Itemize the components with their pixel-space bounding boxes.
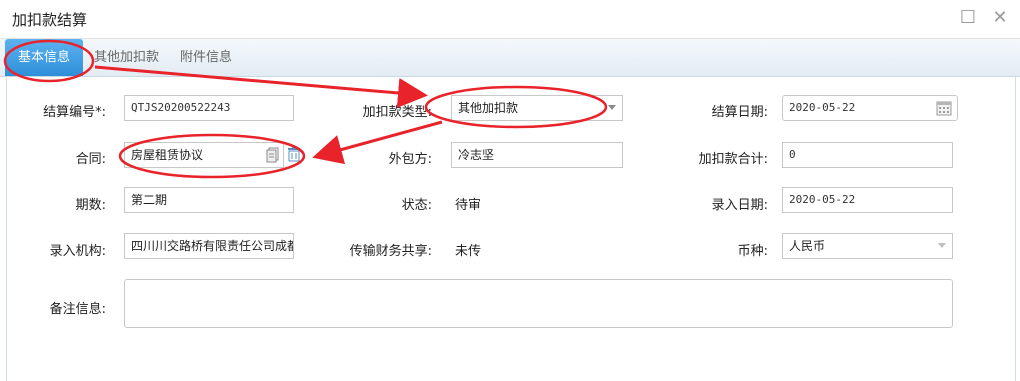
contract-label: 合同: (75, 152, 106, 167)
tab-other-deductions[interactable]: 其他加扣款 (94, 39, 159, 76)
chevron-down-icon (608, 105, 616, 110)
tab-attachments[interactable]: 附件信息 (180, 39, 232, 76)
currency-select[interactable]: 人民币 (782, 233, 953, 259)
deduct-type-select[interactable]: 其他加扣款 (451, 95, 623, 121)
contract-field[interactable]: 房屋租赁协议 (124, 142, 284, 168)
chevron-down-icon (938, 243, 946, 248)
maximize-icon[interactable]: ☐ (958, 8, 978, 28)
tab-basic-info[interactable]: 基本信息 (5, 39, 83, 76)
settle-date-value: 2020-05-22 (789, 101, 856, 114)
contract-value: 房屋租赁协议 (131, 148, 204, 162)
entry-org-label: 录入机构: (49, 244, 106, 259)
window-title: 加扣款结算 (12, 11, 88, 29)
entry-date-field[interactable]: 2020-05-22 (782, 187, 953, 213)
entry-date-label: 录入日期: (711, 198, 768, 213)
currency-label: 币种: (737, 244, 768, 259)
status-value: 待审 (455, 198, 482, 213)
finance-share-label: 传输财务共享: (349, 244, 432, 259)
deduct-total-label: 加扣款合计: (698, 152, 768, 167)
status-label: 状态: (401, 198, 432, 213)
settle-date-label: 结算日期: (711, 105, 768, 120)
deduct-total-field[interactable]: 0 (782, 142, 953, 168)
deduct-type-label: 加扣款类型: (362, 105, 432, 120)
form-panel (6, 77, 1016, 381)
copy-icon[interactable] (266, 147, 280, 163)
settle-no-label: 结算编号*: (43, 105, 106, 120)
tab-bar: 基本信息 其他加扣款 附件信息 (0, 39, 1020, 77)
currency-value: 人民币 (789, 239, 826, 253)
period-field[interactable]: 第二期 (124, 187, 294, 213)
calendar-icon[interactable] (936, 100, 952, 116)
settle-no-field[interactable]: QTJS20200522243 (124, 95, 294, 121)
finance-share-value: 未传 (455, 244, 482, 259)
deduct-type-value: 其他加扣款 (458, 101, 519, 115)
window-titlebar: 加扣款结算 ☐ ✕ (0, 0, 1020, 39)
close-icon[interactable]: ✕ (990, 8, 1010, 28)
remarks-label: 备注信息: (49, 302, 106, 317)
remarks-textarea[interactable] (124, 279, 953, 328)
settle-date-field[interactable]: 2020-05-22 (782, 95, 958, 121)
period-label: 期数: (75, 198, 106, 213)
subcontractor-label: 外包方: (388, 152, 432, 167)
trash-icon[interactable] (287, 146, 301, 162)
entry-org-field[interactable]: 四川川交路桥有限责任公司成都 (124, 233, 294, 259)
subcontractor-field[interactable]: 冷志坚 (451, 142, 623, 168)
